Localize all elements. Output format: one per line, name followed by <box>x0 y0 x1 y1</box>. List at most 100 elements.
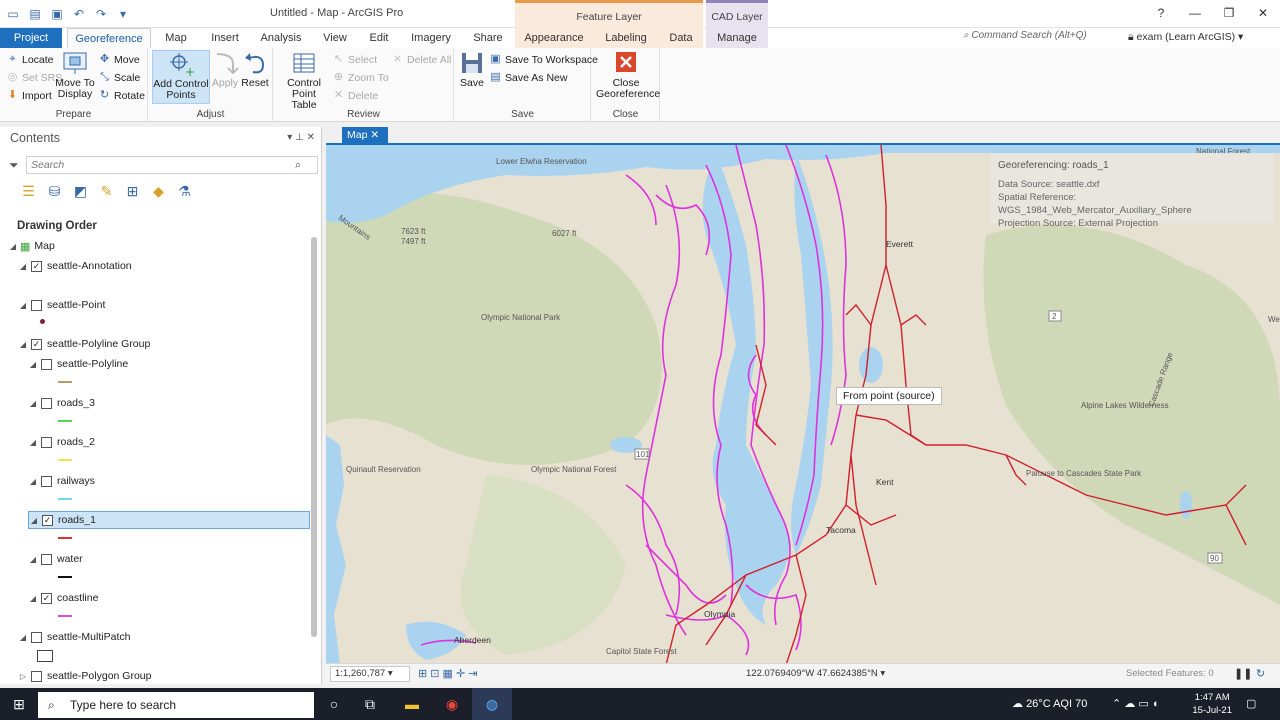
close-pane-icon[interactable]: ✕ <box>307 132 315 143</box>
weather-widget[interactable]: ☁ 26°C AQI 70 <box>1012 688 1087 720</box>
undo-icon[interactable]: ↶ <box>70 5 88 23</box>
filter-icon[interactable]: ⏷ <box>9 158 19 173</box>
layer-row[interactable]: ◢ railways <box>28 472 95 490</box>
task-view-icon[interactable]: ⧉ <box>350 688 390 720</box>
tab-analysis[interactable]: Analysis <box>255 28 307 48</box>
scale-selector[interactable]: 1:1,260,787 ▾ <box>330 666 410 682</box>
tab-manage[interactable]: Manage <box>706 28 768 48</box>
windows-start-icon[interactable]: ⊞ <box>0 688 38 720</box>
move-button[interactable]: ✥ Move <box>98 53 140 66</box>
layer-visibility-checkbox[interactable]: ✓ <box>31 338 42 350</box>
pin-icon[interactable]: ⊥ <box>295 132 304 143</box>
expand-collapse-icon[interactable]: ◢ <box>28 594 38 603</box>
select-button[interactable]: ↖ Select <box>332 53 377 66</box>
cortana-icon[interactable]: ○ <box>314 688 354 720</box>
maximize-button[interactable]: ❐ <box>1212 0 1246 26</box>
contents-search-input[interactable]: Search ⌕ <box>26 156 318 174</box>
expand-collapse-icon[interactable]: ◢ <box>18 340 28 349</box>
layer-visibility-checkbox[interactable] <box>41 475 52 487</box>
save-to-workspace-button[interactable]: ▣ Save To Workspace <box>489 53 598 66</box>
list-by-source-icon[interactable]: ⛁ <box>46 183 63 200</box>
save-project-icon[interactable]: ▣ <box>48 5 66 23</box>
control-point-table-button[interactable]: Control Point Table <box>279 50 329 111</box>
layer-row[interactable]: ◢ ✓ coastline <box>28 589 99 607</box>
close-map-tab-icon[interactable]: ✕ <box>370 129 379 141</box>
layer-visibility-checkbox[interactable] <box>41 358 52 370</box>
list-by-selection-icon[interactable]: ◩ <box>72 183 89 200</box>
taskbar-search-input[interactable]: ⌕ Type here to search <box>38 692 314 718</box>
tab-share[interactable]: Share <box>466 28 510 48</box>
layer-row[interactable]: ◢ water <box>28 550 83 568</box>
system-clock[interactable]: 1:47 AM 15-Jul-21 <box>1192 691 1232 717</box>
expand-collapse-icon[interactable]: ◢ <box>18 301 28 310</box>
expand-collapse-icon[interactable]: ◢ <box>28 438 38 447</box>
tab-map-view[interactable]: Map ✕ <box>342 127 388 143</box>
arcgis-pro-icon[interactable]: ◍ <box>472 688 512 720</box>
layer-row[interactable]: ◢ seattle-Point <box>18 296 105 314</box>
layer-visibility-checkbox[interactable]: ✓ <box>41 592 52 604</box>
scale-button[interactable]: ⤡ Scale <box>98 71 140 84</box>
expand-collapse-icon[interactable]: ◢ <box>28 360 38 369</box>
reset-button[interactable]: Reset <box>241 50 269 89</box>
expand-collapse-icon[interactable]: ◢ <box>28 555 38 564</box>
layer-row[interactable]: ◢ ✓ seattle-Annotation <box>18 257 132 275</box>
map-nav-icons[interactable]: ⊞ ⊡ ▦ ✛ ⇥ <box>418 667 478 680</box>
list-by-editing-icon[interactable]: ✎ <box>98 183 115 200</box>
expand-collapse-icon[interactable]: ◢ <box>18 633 28 642</box>
tab-view[interactable]: View <box>317 28 353 48</box>
layer-row[interactable]: ◢ seattle-Polyline <box>28 355 128 373</box>
set-srs-button[interactable]: ◎ Set SRS <box>6 71 63 84</box>
minimize-button[interactable]: — <box>1178 0 1212 26</box>
close-georeference-button[interactable]: Close Georeference <box>596 50 660 100</box>
add-control-points-button[interactable]: + Add Control Points <box>152 50 210 104</box>
save-as-new-button[interactable]: ▤ Save As New <box>489 71 567 84</box>
list-by-drawing-order-icon[interactable]: ☰ <box>20 183 37 200</box>
layer-visibility-checkbox[interactable] <box>31 631 42 643</box>
layer-visibility-checkbox[interactable] <box>41 436 52 448</box>
rotate-button[interactable]: ↻ Rotate <box>98 89 145 102</box>
redo-icon[interactable]: ↷ <box>92 5 110 23</box>
close-window-button[interactable]: ✕ <box>1246 0 1280 26</box>
delete-all-button[interactable]: ⨯ Delete All <box>391 53 451 66</box>
layer-visibility-checkbox[interactable] <box>41 397 52 409</box>
chrome-icon[interactable]: ◉ <box>432 688 472 720</box>
zoom-to-button[interactable]: ⊕ Zoom To <box>332 71 389 84</box>
customize-toolbar-icon[interactable]: ▾ <box>114 5 132 23</box>
save-button[interactable]: Save <box>458 50 486 89</box>
layer-row[interactable]: ▷ seattle-Polygon Group <box>18 667 152 685</box>
tab-project[interactable]: Project <box>0 28 62 48</box>
user-account[interactable]: 🔒︎ exam (Learn ArcGIS) ▾ <box>1128 31 1243 44</box>
locate-button[interactable]: ⌖ Locate <box>6 53 53 66</box>
expand-collapse-icon[interactable]: ◢ <box>29 516 39 525</box>
layer-row[interactable]: ◢ ▦ Map <box>8 237 55 255</box>
move-to-display-button[interactable]: Move To Display <box>55 50 95 100</box>
list-by-labeling-icon[interactable]: ◆ <box>150 183 167 200</box>
import-button[interactable]: ⬇ Import <box>6 89 52 102</box>
layer-visibility-checkbox[interactable]: ✓ <box>42 514 53 526</box>
tab-insert[interactable]: Insert <box>205 28 245 48</box>
layer-row[interactable]: ◢ roads_2 <box>28 433 95 451</box>
layer-row[interactable]: ◢ roads_3 <box>28 394 95 412</box>
expand-collapse-icon[interactable]: ▷ <box>18 672 28 681</box>
file-explorer-icon[interactable]: ▬ <box>392 688 432 720</box>
refresh-icon[interactable]: ↻ <box>1256 667 1265 680</box>
tab-imagery[interactable]: Imagery <box>406 28 456 48</box>
expand-collapse-icon[interactable]: ◢ <box>18 262 28 271</box>
layer-row[interactable]: ◢ seattle-MultiPatch <box>18 628 131 646</box>
expand-collapse-icon[interactable]: ◢ <box>28 399 38 408</box>
map-view[interactable]: Lower Elwha Reservation Mountains 7623 f… <box>326 143 1280 663</box>
tab-appearance[interactable]: Appearance <box>515 28 593 48</box>
help-button[interactable]: ? <box>1144 0 1178 26</box>
pause-drawing-icon[interactable]: ❚❚ <box>1234 667 1252 680</box>
system-tray-icons[interactable]: ⌃ ☁ ▭ ◖ <box>1112 688 1158 720</box>
layer-visibility-checkbox[interactable] <box>31 299 42 311</box>
layer-visibility-checkbox[interactable]: ✓ <box>31 260 42 272</box>
tab-map[interactable]: Map <box>156 28 196 48</box>
list-by-perspective-icon[interactable]: ⚗ <box>176 183 193 200</box>
command-search-input[interactable]: ⌕ Command Search (Alt+Q) <box>963 30 1123 46</box>
tab-georeference[interactable]: Georeference <box>67 28 151 49</box>
pane-options-icon[interactable]: ▾ <box>287 132 292 143</box>
open-project-icon[interactable]: ▤ <box>26 5 44 23</box>
tab-data[interactable]: Data <box>659 28 703 48</box>
tab-labeling[interactable]: Labeling <box>593 28 659 48</box>
